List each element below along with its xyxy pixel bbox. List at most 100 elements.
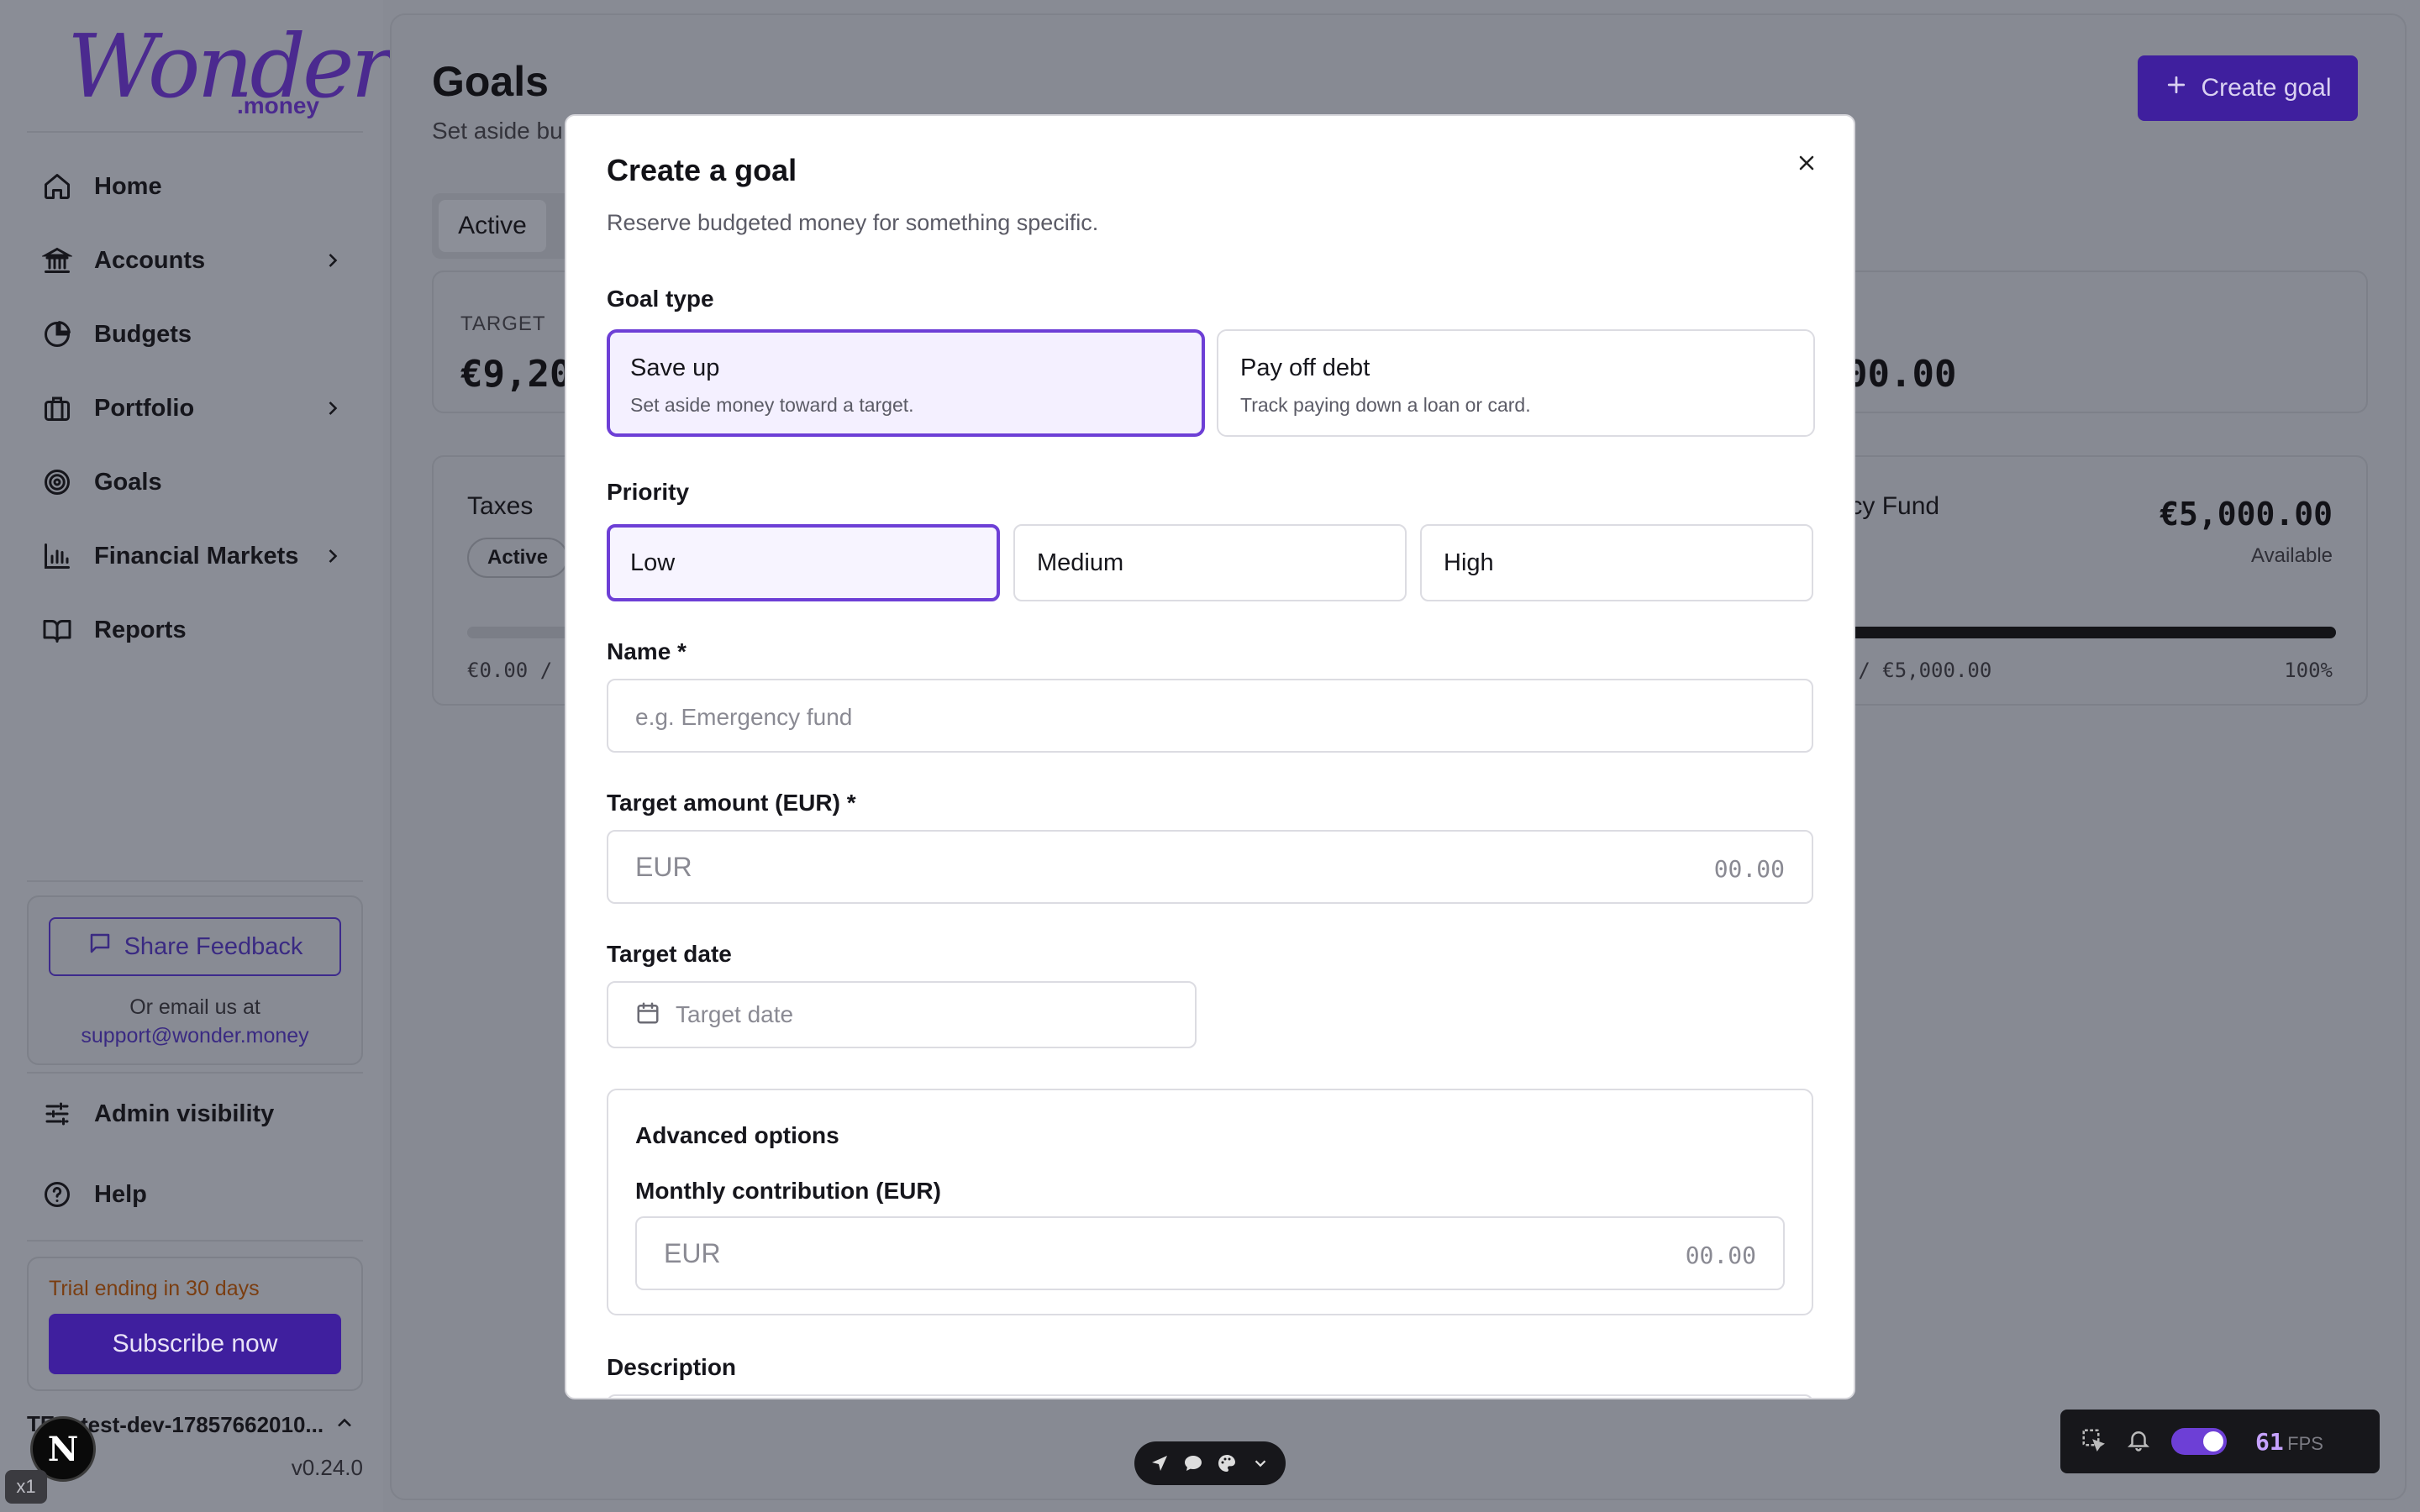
calendar-icon (635, 1000, 660, 1030)
support-email-link[interactable]: support@wonder.money (29, 1021, 361, 1050)
feedback-card: Share Feedback Or email us at support@wo… (27, 895, 363, 1065)
priority-high-button[interactable]: High (1420, 524, 1813, 601)
sidebar-nav: Home Accounts Budgets Portfolio Goals Fi… (27, 150, 363, 667)
logo-sub: .money (236, 92, 319, 118)
help-label: Help (94, 1180, 147, 1208)
dialog-subtitle: Reserve budgeted money for something spe… (607, 210, 1099, 235)
sliders-icon (40, 1097, 74, 1131)
fps-value: 61 (2255, 1427, 2284, 1456)
target-date-picker[interactable]: Target date (607, 981, 1197, 1048)
target-icon (40, 465, 74, 499)
chevron-right-icon[interactable] (316, 539, 350, 573)
goal-available-label: Available (2251, 544, 2333, 567)
account-name: test-dev-17857662010... (81, 1411, 324, 1437)
zoom-badge[interactable]: x1 (5, 1470, 47, 1504)
divider (27, 1072, 363, 1074)
feedback-note-text: Or email us at (129, 995, 260, 1019)
currency-prefix: EUR (635, 852, 692, 882)
sidebar-item-financial-markets[interactable]: Financial Markets (27, 519, 363, 593)
priority-low-button[interactable]: Low (607, 524, 1000, 601)
target-amount-label: Target amount (EUR) * (607, 790, 856, 816)
admin-visibility-item[interactable]: Admin visibility (40, 1089, 274, 1139)
plus-icon (2164, 72, 2189, 104)
goal-name: Taxes (467, 492, 534, 520)
message-square-icon (87, 931, 113, 963)
status-badge: Active (467, 538, 569, 578)
share-feedback-label: Share Feedback (124, 932, 303, 960)
goal-available-amount: €5,000.00 (2160, 496, 2333, 533)
sidebar-item-reports[interactable]: Reports (27, 593, 363, 667)
sidebar-item-accounts[interactable]: Accounts (27, 223, 363, 297)
goal-type-save-up[interactable]: Save up Set aside money toward a target. (607, 329, 1205, 437)
monthly-contribution-label: Monthly contribution (EUR) (635, 1178, 941, 1204)
dev-toggle-switch[interactable] (2171, 1428, 2227, 1455)
goal-percent: 100% (2284, 659, 2333, 682)
sidebar-item-label: Home (94, 172, 162, 200)
goal-type-title: Pay off debt (1240, 354, 1370, 381)
goal-type-label: Goal type (607, 286, 714, 312)
target-label: TARGET (460, 312, 546, 335)
share-feedback-button[interactable]: Share Feedback (49, 917, 341, 976)
chevron-up-icon (333, 1411, 356, 1439)
advanced-options-title: Advanced options (635, 1122, 839, 1148)
amount-placeholder: 00.00 (1713, 855, 1785, 883)
palette-icon[interactable] (1214, 1451, 1239, 1476)
target-amount-input[interactable]: EUR 00.00 (607, 830, 1813, 904)
priority-label: Priority (607, 479, 690, 505)
logo-word: Wonder (67, 15, 392, 118)
subscribe-now-button[interactable]: Subscribe now (49, 1314, 341, 1374)
briefcase-icon (40, 391, 74, 425)
goal-type-desc: Track paying down a loan or card. (1240, 394, 1531, 416)
goal-amount: €0.00 / € (467, 659, 577, 682)
sidebar-item-budgets[interactable]: Budgets (27, 297, 363, 371)
tab-active[interactable]: Active (439, 200, 546, 252)
help-circle-icon (40, 1178, 74, 1211)
fps-label: FPS (2287, 1432, 2323, 1454)
select-element-icon[interactable] (2081, 1427, 2106, 1457)
help-item[interactable]: Help (40, 1169, 147, 1220)
book-open-icon (40, 613, 74, 647)
chevron-right-icon[interactable] (316, 244, 350, 277)
comment-icon[interactable] (1181, 1451, 1206, 1476)
sidebar-item-home[interactable]: Home (27, 150, 363, 223)
navigation-icon[interactable] (1147, 1451, 1172, 1476)
admin-visibility-label: Admin visibility (94, 1100, 275, 1127)
sidebar-item-portfolio[interactable]: Portfolio (27, 371, 363, 445)
trial-ending-text: Trial ending in 30 days (49, 1277, 260, 1300)
currency-prefix: EUR (664, 1238, 721, 1268)
wonder-money-logo[interactable]: Wonder .money (67, 15, 392, 119)
pie-chart-icon (40, 318, 74, 351)
divider (27, 131, 363, 133)
chevron-down-icon[interactable] (1248, 1451, 1273, 1476)
close-icon[interactable] (1790, 146, 1823, 180)
bank-icon (40, 244, 74, 277)
name-placeholder: e.g. Emergency fund (635, 704, 853, 730)
page-title: Goals (432, 58, 549, 105)
bell-icon[interactable] (2126, 1427, 2151, 1457)
target-value: €9,20 (460, 353, 572, 396)
sidebar-item-goals[interactable]: Goals (27, 445, 363, 519)
sidebar-item-label: Financial Markets (94, 542, 299, 570)
priority-medium-button[interactable]: Medium (1013, 524, 1407, 601)
sidebar-item-label: Accounts (94, 246, 206, 274)
goal-progress-fill (1822, 627, 2336, 638)
create-goal-button[interactable]: Create goal (2138, 55, 2358, 121)
description-input[interactable] (607, 1394, 1813, 1398)
advanced-options-section: Advanced options Monthly contribution (E… (607, 1089, 1813, 1315)
description-label: Description (607, 1354, 737, 1380)
divider (27, 1240, 363, 1242)
name-input[interactable]: e.g. Emergency fund (607, 679, 1813, 753)
monthly-contribution-input[interactable]: EUR 00.00 (635, 1216, 1785, 1290)
target-date-label: Target date (607, 941, 732, 967)
chevron-right-icon[interactable] (316, 391, 350, 425)
divider (27, 880, 363, 882)
bar-chart-icon (40, 539, 74, 573)
app-version: v0.24.0 (291, 1455, 363, 1480)
trial-card: Trial ending in 30 days Subscribe now (27, 1257, 363, 1391)
goal-type-pay-off-debt[interactable]: Pay off debt Track paying down a loan or… (1217, 329, 1815, 437)
sidebar-item-label: Portfolio (94, 394, 195, 422)
goal-card-emergency-fund[interactable]: ency Fund €5,000.00 Available 00 / €5,00… (1820, 455, 2368, 706)
dialog-title: Create a goal (607, 153, 797, 187)
sidebar-item-label: Budgets (94, 320, 192, 348)
home-icon (40, 170, 74, 203)
